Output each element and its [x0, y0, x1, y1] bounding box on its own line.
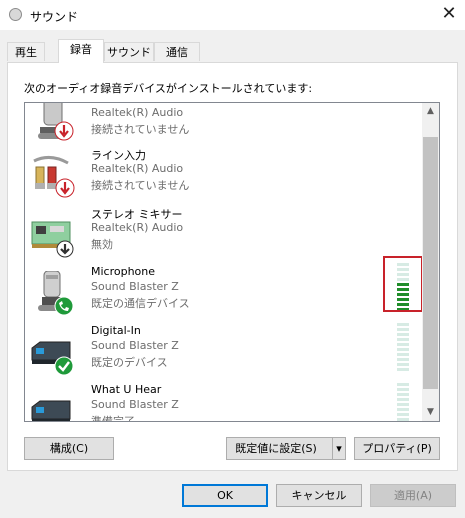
device-status: 既定の通信デバイス — [91, 297, 190, 310]
audio-device-icon — [31, 341, 74, 376]
sound-card-icon — [31, 221, 74, 258]
meter-highlight-box — [383, 256, 423, 312]
configure-button[interactable]: 構成(C) — [24, 437, 114, 460]
apply-button[interactable]: 適用(A) — [370, 484, 456, 507]
rca-cable-icon — [33, 156, 75, 198]
meter-segment — [397, 323, 409, 326]
device-item[interactable]: Digital-In Sound Blaster Z 既定のデバイス — [25, 324, 422, 382]
meter-segment — [397, 383, 409, 386]
meter-segment — [397, 398, 409, 401]
scroll-down-icon[interactable]: ▼ — [422, 404, 439, 421]
meter-segment — [397, 348, 409, 351]
tab-recording[interactable]: 録音 — [58, 39, 104, 63]
properties-button[interactable]: プロパティ(P) — [354, 437, 440, 460]
device-driver: Realtek(R) Audio — [91, 221, 184, 234]
device-name: Digital-In — [91, 324, 141, 337]
recording-device-list[interactable]: Realtek(R) Audio 接続されていません ライン入力 Realtek… — [24, 102, 440, 422]
window-title: サウンド — [30, 10, 79, 24]
device-item[interactable]: ステレオ ミキサー Realtek(R) Audio 無効 — [25, 206, 422, 264]
device-status: 無効 — [91, 238, 113, 251]
title-bar: サウンド ✕ — [0, 0, 465, 30]
cancel-button[interactable]: キャンセル — [276, 484, 362, 507]
device-name: ステレオ ミキサー — [91, 208, 183, 221]
device-list-caption: 次のオーディオ録音デバイスがインストールされています: — [24, 82, 313, 95]
device-driver: Sound Blaster Z — [91, 280, 179, 293]
tab-communications[interactable]: 通信 — [154, 42, 200, 61]
ok-button[interactable]: OK — [182, 484, 268, 507]
set-default-button[interactable]: 既定値に設定(S) — [226, 437, 346, 460]
speaker-app-icon — [9, 8, 22, 21]
device-item[interactable]: Realtek(R) Audio 接続されていません — [25, 103, 422, 149]
meter-segment — [397, 368, 409, 371]
set-default-dropdown[interactable]: ▾ — [332, 437, 346, 460]
device-driver: Sound Blaster Z — [91, 398, 179, 411]
tab-playback[interactable]: 再生 — [7, 42, 45, 61]
device-driver: Realtek(R) Audio — [91, 162, 184, 175]
device-driver: Realtek(R) Audio — [91, 106, 184, 119]
what-u-hear-level-meter — [397, 383, 409, 421]
meter-segment — [397, 338, 409, 341]
meter-segment — [397, 363, 409, 366]
chevron-down-icon: ▾ — [336, 442, 342, 455]
microphone-icon — [38, 103, 74, 141]
device-status: 既定のデバイス — [91, 356, 168, 369]
meter-segment — [397, 343, 409, 346]
device-name: ライン入力 — [91, 149, 146, 162]
digital-in-level-meter — [397, 323, 409, 373]
meter-segment — [397, 403, 409, 406]
meter-segment — [397, 418, 409, 421]
scroll-thumb[interactable] — [423, 137, 438, 389]
microphone-icon — [38, 271, 74, 316]
meter-segment — [397, 333, 409, 336]
device-name: What U Hear — [91, 383, 162, 396]
meter-segment — [397, 388, 409, 391]
close-icon[interactable]: ✕ — [438, 3, 460, 25]
scroll-up-icon[interactable]: ▲ — [422, 103, 439, 120]
device-item[interactable]: ライン入力 Realtek(R) Audio 接続されていません — [25, 147, 422, 205]
meter-segment — [397, 393, 409, 396]
audio-device-icon — [31, 400, 71, 421]
device-status: 接続されていません — [91, 123, 190, 136]
device-name: Microphone — [91, 265, 156, 278]
device-status: 準備完了 — [91, 415, 135, 422]
meter-segment — [397, 413, 409, 416]
meter-segment — [397, 353, 409, 356]
list-scrollbar[interactable]: ▲ ▼ — [422, 103, 439, 421]
device-item[interactable]: What U Hear Sound Blaster Z 準備完了 — [25, 383, 422, 422]
set-default-label: 既定値に設定(S) — [235, 442, 317, 455]
meter-segment — [397, 408, 409, 411]
device-status: 接続されていません — [91, 179, 190, 192]
tab-sounds[interactable]: サウンド — [104, 42, 154, 61]
device-driver: Sound Blaster Z — [91, 339, 179, 352]
device-item[interactable]: Microphone Sound Blaster Z 既定の通信デバイス — [25, 265, 422, 323]
meter-segment — [397, 328, 409, 331]
meter-segment — [397, 358, 409, 361]
